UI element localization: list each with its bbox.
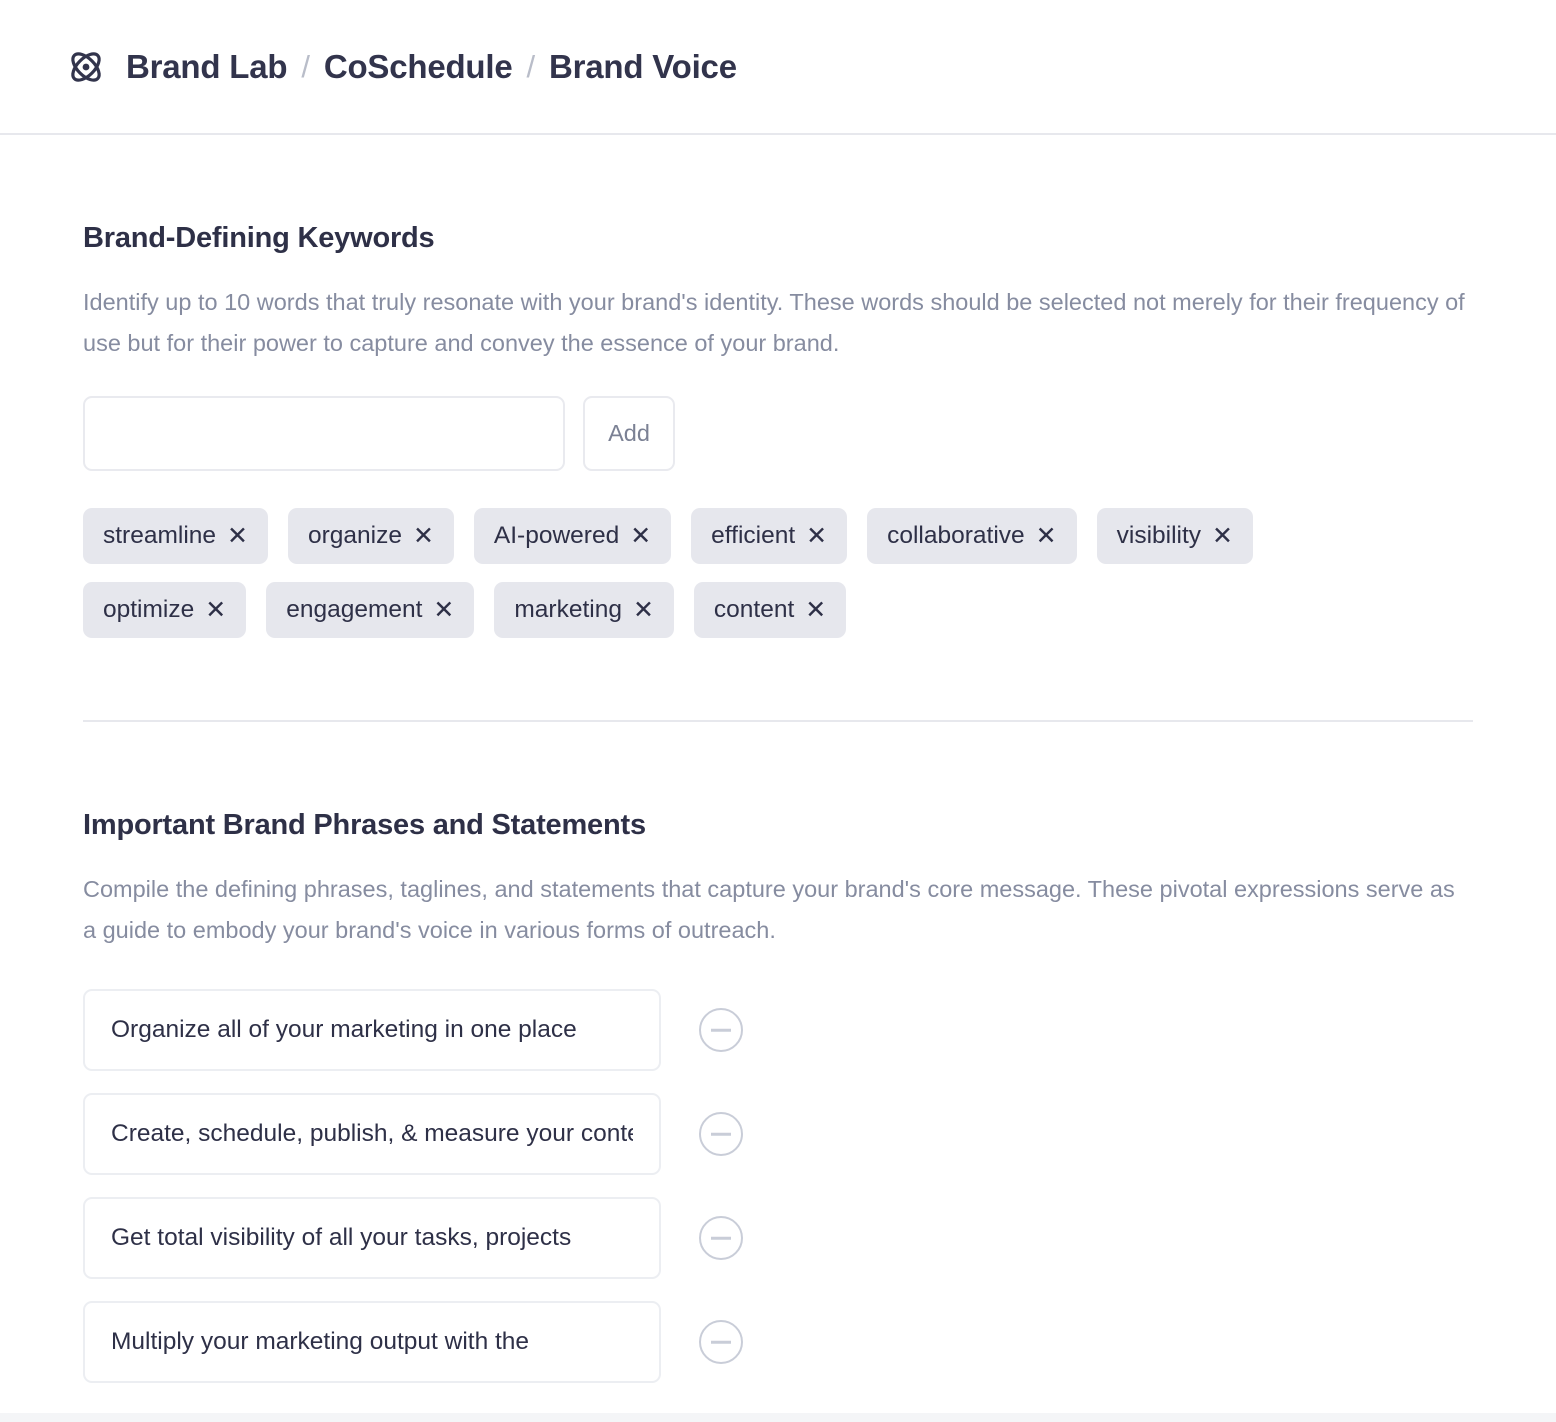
close-icon[interactable]: ✕ xyxy=(805,597,826,623)
keyword-chip[interactable]: engagement ✕ xyxy=(266,582,475,638)
keyword-chip-label: optimize xyxy=(103,596,195,623)
phrases-description: Compile the defining phrases, taglines, … xyxy=(83,876,1455,943)
keyword-chip[interactable]: streamline ✕ xyxy=(83,508,268,564)
minus-circle-icon[interactable] xyxy=(699,1112,743,1156)
keyword-chip[interactable]: collaborative ✕ xyxy=(867,508,1077,564)
keyword-chip-label: organize xyxy=(307,522,402,549)
keyword-chip-label: efficient xyxy=(711,522,796,549)
keyword-chip[interactable]: efficient ✕ xyxy=(691,508,848,564)
keyword-chip-label: content xyxy=(713,596,795,623)
close-icon[interactable]: ✕ xyxy=(205,597,226,623)
keyword-chip[interactable]: content ✕ xyxy=(693,582,847,638)
breadcrumb: Brand Lab / CoSchedule / Brand Voice xyxy=(126,48,737,86)
phrases-title: Important Brand Phrases and Statements xyxy=(83,809,646,841)
phrase-row xyxy=(83,1301,1473,1383)
phrase-input[interactable] xyxy=(83,989,661,1071)
breadcrumb-item-brand-voice[interactable]: Brand Voice xyxy=(549,48,737,86)
breadcrumb-separator: / xyxy=(526,48,536,84)
phrase-input[interactable] xyxy=(83,1197,661,1279)
phrase-input[interactable] xyxy=(83,1301,661,1383)
keyword-input[interactable] xyxy=(83,396,565,471)
brand-phrases-section: Important Brand Phrases and Statements C… xyxy=(83,809,1473,1383)
close-icon[interactable]: ✕ xyxy=(433,597,454,623)
minus-circle-icon[interactable] xyxy=(699,1216,743,1260)
keyword-chip-label: collaborative xyxy=(887,522,1025,549)
phrase-row xyxy=(83,989,1473,1071)
close-icon[interactable]: ✕ xyxy=(806,523,827,549)
keyword-chip-label: streamline xyxy=(103,522,217,549)
keyword-chip-label: visibility xyxy=(1116,522,1202,549)
keyword-add-row: Add xyxy=(83,396,1473,471)
keyword-chip[interactable]: marketing ✕ xyxy=(494,582,674,638)
breadcrumb-separator: / xyxy=(301,48,310,84)
add-keyword-button[interactable]: Add xyxy=(583,396,675,471)
keyword-chip-list: streamline ✕ organize ✕ AI-powered ✕ effici… xyxy=(83,508,1403,638)
close-icon[interactable]: ✕ xyxy=(1212,523,1233,549)
page-content: Brand-Defining Keywords Identify up to 1… xyxy=(0,222,1556,1383)
breadcrumb-item-brand-lab[interactable]: Brand Lab xyxy=(126,48,288,86)
keyword-chip[interactable]: optimize ✕ xyxy=(83,582,247,638)
close-icon[interactable]: ✕ xyxy=(633,597,654,623)
minus-circle-icon[interactable] xyxy=(699,1008,743,1052)
brand-keywords-section: Brand-Defining Keywords Identify up to 1… xyxy=(83,222,1473,638)
minus-circle-icon[interactable] xyxy=(699,1320,743,1364)
keyword-chip[interactable]: AI-powered ✕ xyxy=(473,508,672,564)
page-title: Brand-Defining Keywords xyxy=(83,222,435,254)
phrase-input[interactable] xyxy=(83,1093,661,1175)
phrase-list xyxy=(83,989,1473,1383)
phrase-row xyxy=(83,1197,1473,1279)
close-icon[interactable]: ✕ xyxy=(413,523,434,549)
app-header: Brand Lab / CoSchedule / Brand Voice xyxy=(0,0,1556,135)
breadcrumb-item-coschedule[interactable]: CoSchedule xyxy=(324,48,513,86)
keyword-chip[interactable]: organize ✕ xyxy=(287,508,454,564)
keyword-chip[interactable]: visibility ✕ xyxy=(1096,508,1253,564)
atom-icon xyxy=(71,51,101,82)
close-icon[interactable]: ✕ xyxy=(227,523,248,549)
phrase-row xyxy=(83,1093,1473,1175)
keyword-chip-label: engagement xyxy=(286,596,423,623)
close-icon[interactable]: ✕ xyxy=(630,523,651,549)
keyword-chip-label: marketing xyxy=(514,596,622,623)
keywords-description: Identify up to 10 words that truly reson… xyxy=(83,289,1465,356)
horizontal-scrollbar[interactable] xyxy=(0,1413,1556,1422)
close-icon[interactable]: ✕ xyxy=(1036,523,1057,549)
section-divider xyxy=(83,720,1473,722)
keyword-chip-label: AI-powered xyxy=(493,522,620,549)
